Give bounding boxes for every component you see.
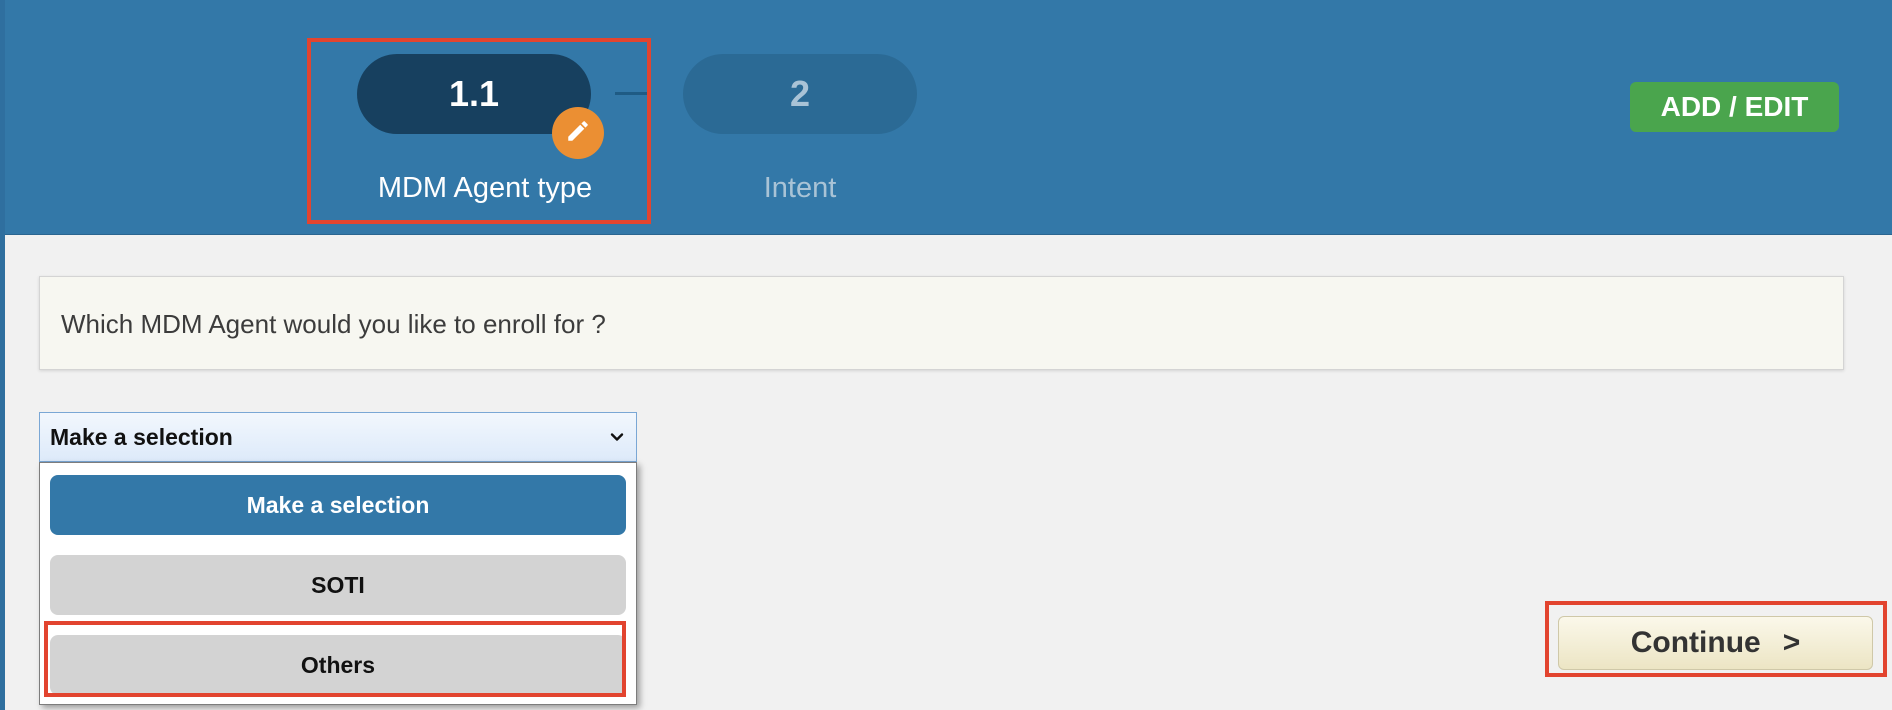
step-2-label: Intent — [763, 172, 837, 204]
option-soti[interactable]: SOTI — [50, 555, 626, 615]
step-2-number: 2 — [789, 73, 811, 114]
option-make-a-selection[interactable]: Make a selection — [50, 475, 626, 535]
add-edit-button[interactable]: ADD / EDIT — [1630, 82, 1839, 132]
step-2-indicator[interactable]: 2 — [683, 54, 917, 134]
question-text: Which MDM Agent would you like to enroll… — [61, 309, 606, 339]
select-value: Make a selection — [50, 424, 233, 450]
continue-highlight — [1545, 601, 1887, 677]
chevron-down-icon — [610, 430, 624, 449]
option-others-highlight — [44, 621, 626, 697]
agent-select[interactable]: Make a selection — [39, 412, 637, 462]
step-1-highlight — [307, 38, 651, 224]
question-card: Which MDM Agent would you like to enroll… — [39, 276, 1844, 370]
wizard-header: 1.1 MDM Agent type 2 Intent ADD / EDIT — [5, 0, 1892, 235]
